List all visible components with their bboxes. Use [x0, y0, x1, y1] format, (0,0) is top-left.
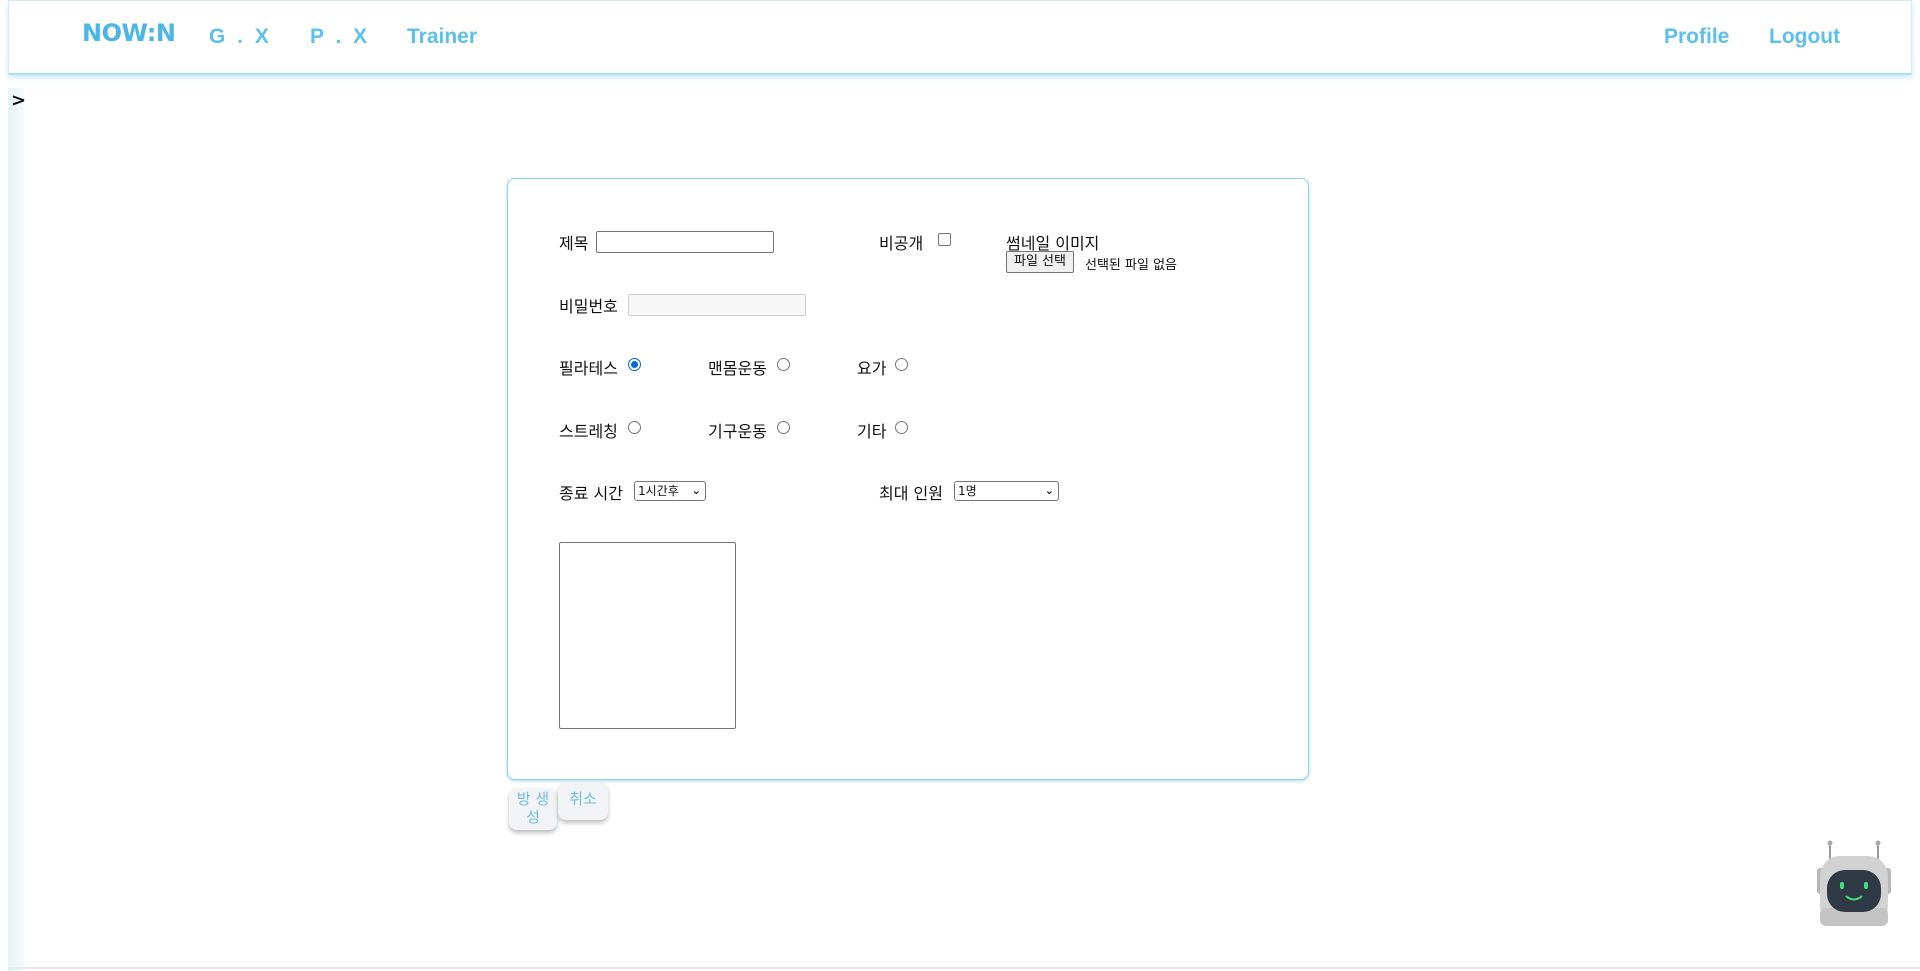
end-time-label: 종료 시간: [559, 484, 623, 503]
end-time-value: 1시간후: [638, 484, 679, 498]
nav-px-link[interactable]: P . X: [310, 25, 370, 49]
password-input[interactable]: [628, 294, 806, 316]
nav-trainer-link[interactable]: Trainer: [407, 25, 477, 49]
category-label: 필라테스: [559, 359, 618, 378]
robot-icon: [1817, 840, 1891, 926]
file-select-button[interactable]: 파일 선택: [1006, 251, 1074, 273]
title-input[interactable]: [596, 231, 774, 253]
page: NOW:N G . X P . X Trainer Profile Logout…: [0, 0, 1920, 971]
category-radio-equipment[interactable]: [777, 421, 790, 434]
chevron-down-icon: ⌄: [691, 484, 701, 497]
password-label: 비밀번호: [559, 297, 618, 316]
category-radio-yoga[interactable]: [895, 358, 908, 371]
description-textarea[interactable]: [559, 542, 736, 729]
nav-gx-link[interactable]: G . X: [209, 25, 272, 49]
category-label: 스트레칭: [559, 422, 618, 441]
max-people-select[interactable]: 1명 ⌄: [954, 481, 1059, 501]
nav-logout-link[interactable]: Logout: [1769, 25, 1840, 49]
top-navbar: NOW:N G . X P . X Trainer Profile Logout: [8, 0, 1912, 75]
end-time-select[interactable]: 1시간후 ⌄: [634, 481, 706, 501]
chatbot-robot-icon[interactable]: [1812, 838, 1896, 928]
max-people-value: 1명: [958, 484, 977, 498]
category-label: 맨몸운동: [708, 359, 767, 378]
category-radio-pilates[interactable]: [628, 358, 641, 371]
category-label: 기타: [857, 422, 887, 441]
file-status-text: 선택된 파일 없음: [1085, 258, 1177, 273]
bottom-divider: [8, 967, 1920, 969]
chevron-down-icon: ⌄: [1044, 484, 1054, 497]
category-radio-other[interactable]: [895, 421, 908, 434]
title-label: 제목: [559, 234, 589, 253]
nav-profile-link[interactable]: Profile: [1664, 25, 1729, 49]
logo[interactable]: NOW:N: [82, 19, 176, 47]
private-label: 비공개: [879, 234, 924, 253]
max-people-label: 최대 인원: [879, 484, 943, 503]
create-room-form: 제목 비공개 썸네일 이미지 파일 선택 선택된 파일 없음 비밀번호 필라테스…: [507, 178, 1309, 780]
create-room-button[interactable]: 방 생성: [509, 788, 557, 830]
cancel-button[interactable]: 취소: [558, 782, 608, 820]
sidebar-toggle-button[interactable]: >: [11, 90, 26, 111]
category-label: 기구운동: [708, 422, 767, 441]
sidebar-strip: [8, 88, 24, 971]
category-label: 요가: [857, 359, 887, 378]
category-radio-bodyweight[interactable]: [777, 358, 790, 371]
category-radio-stretching[interactable]: [628, 421, 641, 434]
private-checkbox[interactable]: [938, 233, 951, 246]
